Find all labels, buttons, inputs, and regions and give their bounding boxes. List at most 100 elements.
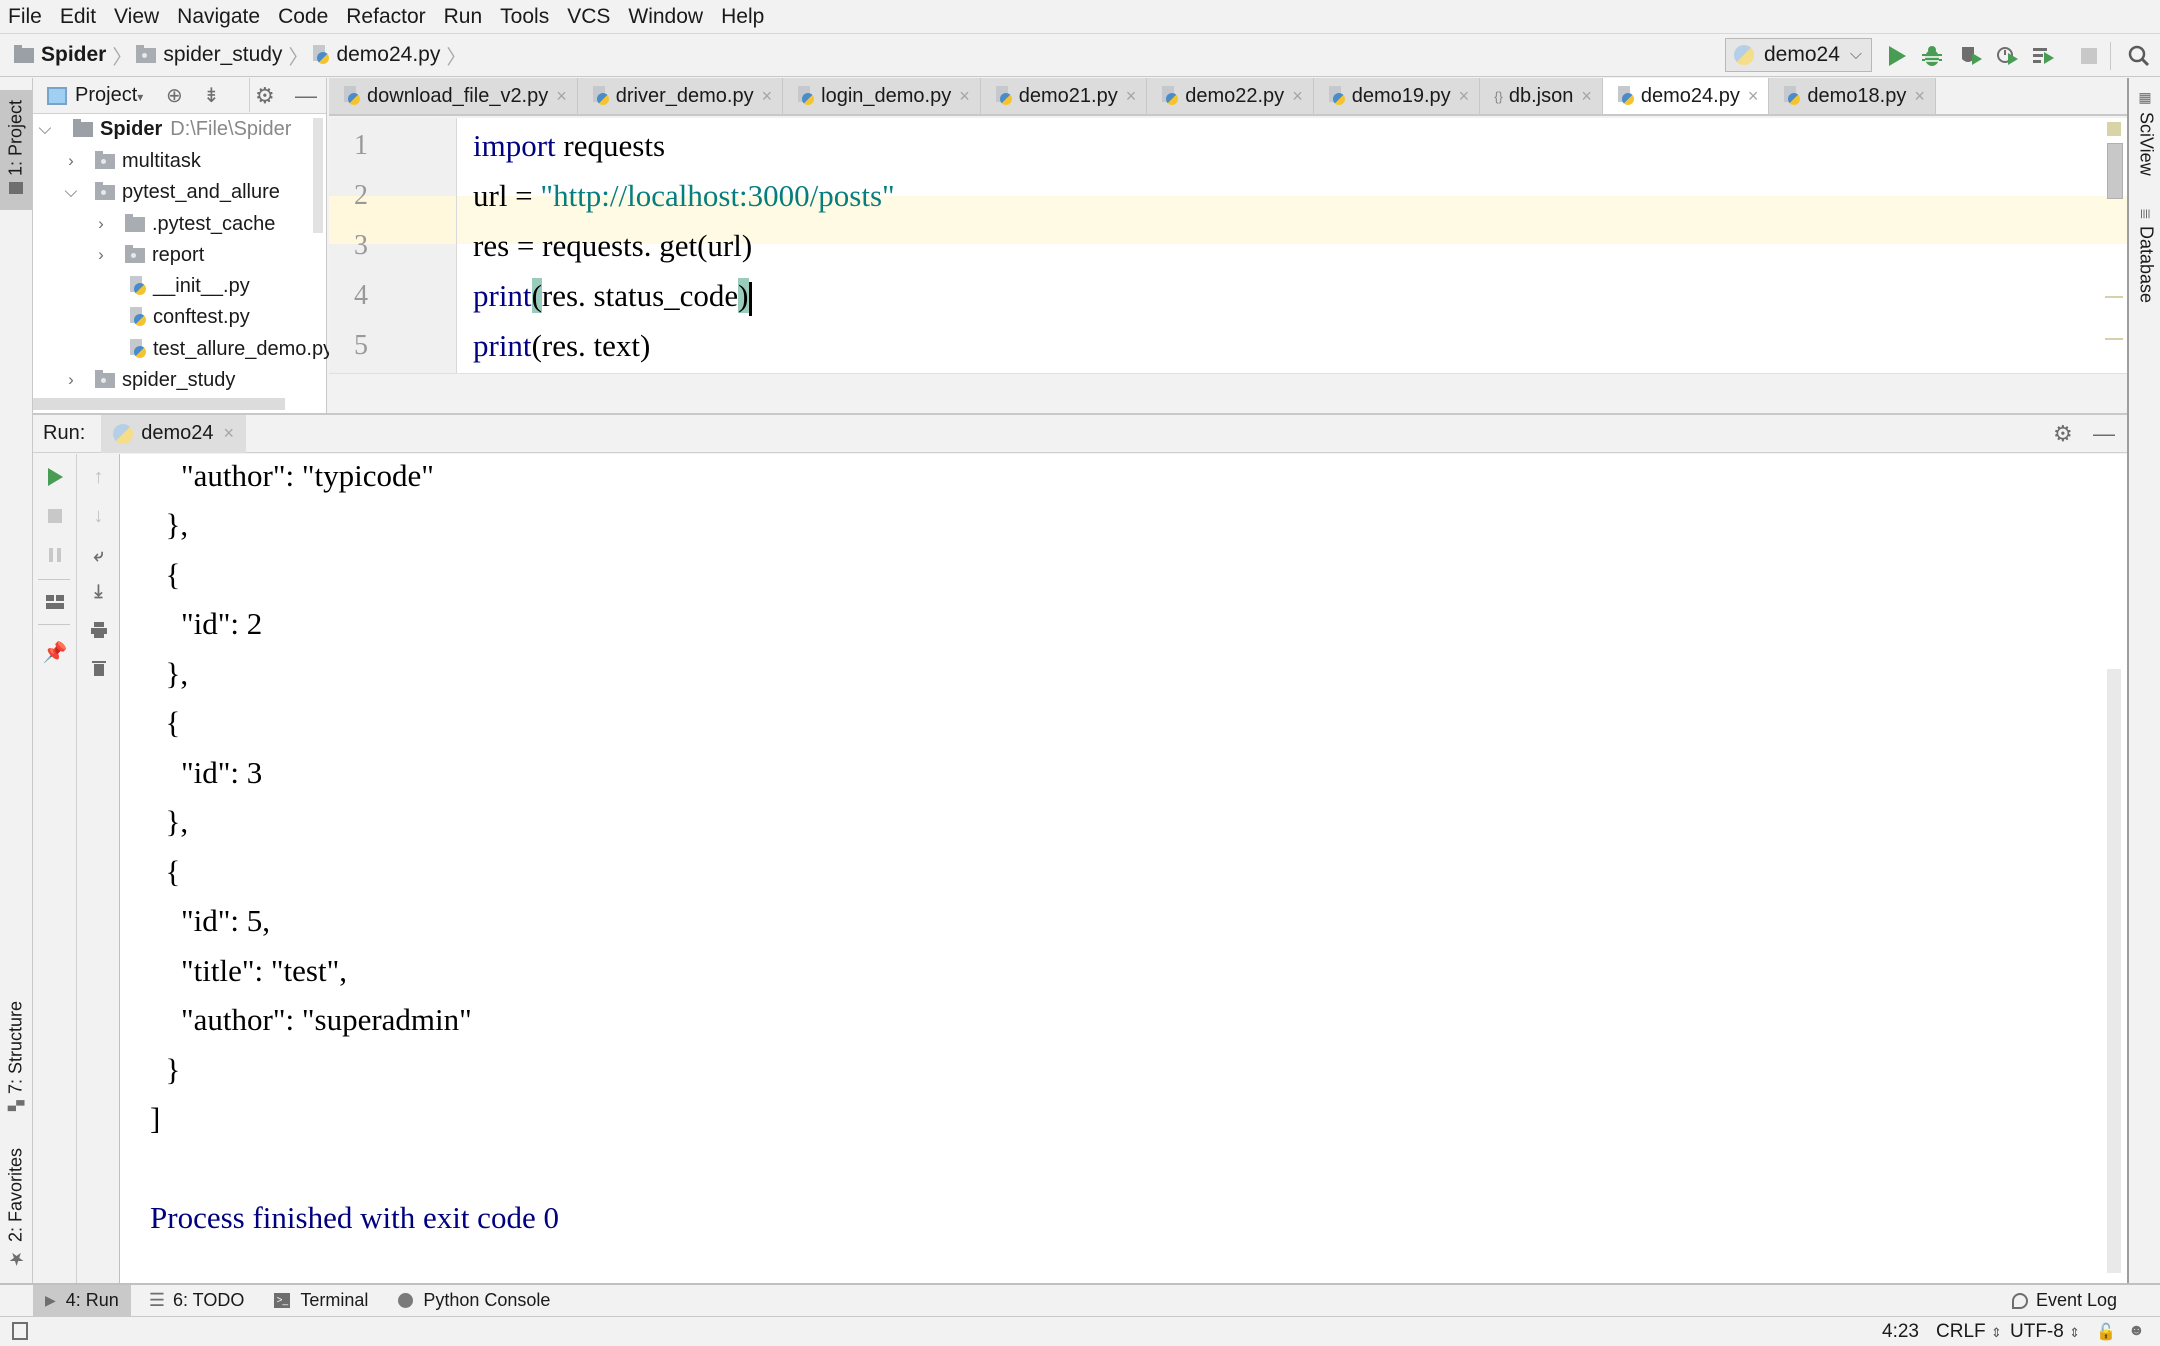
tool-window-sciview[interactable]: ▦ SciView: [2133, 90, 2159, 190]
tree-item-init-py[interactable]: __init__.py: [129, 271, 250, 301]
close-icon[interactable]: ×: [1459, 86, 1470, 107]
inspector-icon[interactable]: ☻: [2128, 1322, 2145, 1340]
restore-layout-button[interactable]: [33, 585, 77, 619]
run-console-output[interactable]: "author": "typicode" }, { "id": 2 }, { "…: [120, 454, 2127, 1283]
collapse-all-icon[interactable]: ⇟: [203, 83, 220, 108]
menu-refactor[interactable]: Refactor: [346, 5, 425, 29]
stop-button[interactable]: [2075, 42, 2103, 70]
search-everywhere-button[interactable]: [2125, 42, 2153, 70]
editor-tab[interactable]: {} db.json ×: [1480, 78, 1603, 114]
tool-window-structure[interactable]: ▚ 7: Structure: [0, 993, 32, 1123]
hide-panel-icon[interactable]: —: [295, 83, 317, 109]
run-icon: [1889, 46, 1906, 66]
tree-item-conftest-py[interactable]: conftest.py: [129, 302, 250, 332]
close-icon[interactable]: ×: [1581, 86, 1592, 107]
tree-item-pytest-cache[interactable]: › .pytest_cache: [93, 209, 275, 239]
editor-tab[interactable]: demo18.py ×: [1769, 78, 1936, 114]
tool-window-run[interactable]: ▶ 4: Run: [33, 1284, 131, 1317]
close-icon[interactable]: ×: [1914, 86, 1925, 107]
down-stack-button[interactable]: ↓: [77, 499, 120, 533]
tool-window-project[interactable]: 1: Project: [0, 90, 32, 210]
editor-scrollbar-thumb[interactable]: [2107, 143, 2123, 199]
scroll-to-end-button[interactable]: ⤓: [77, 574, 120, 608]
run-with-coverage-button[interactable]: [1958, 42, 1986, 70]
tool-window-python-console[interactable]: Python Console: [386, 1285, 562, 1317]
tree-item-multitask[interactable]: › multitask: [63, 146, 201, 176]
menu-view[interactable]: View: [114, 5, 159, 29]
code-editor[interactable]: 1 2 3 4 5 import requests url = "http://…: [329, 118, 2127, 373]
run-icon: [48, 468, 63, 486]
right-tool-stripe: ▦ SciView ≣ Database: [2127, 78, 2160, 1283]
menu-window[interactable]: Window: [628, 5, 703, 29]
event-log-icon: [2012, 1292, 2028, 1309]
breadcrumb-spider[interactable]: Spider 〉: [14, 41, 132, 70]
concurrency-button[interactable]: [2030, 42, 2058, 70]
close-icon[interactable]: ×: [556, 86, 567, 107]
run-button[interactable]: [1883, 42, 1911, 70]
caret-position[interactable]: 4:23: [1882, 1321, 1919, 1343]
close-icon[interactable]: ×: [224, 423, 235, 444]
locate-file-icon[interactable]: ⊕: [166, 83, 183, 108]
tree-item-report[interactable]: › report: [93, 240, 204, 270]
breadcrumb-demo24[interactable]: demo24.py 〉: [312, 41, 466, 70]
menu-code[interactable]: Code: [278, 5, 328, 29]
horizontal-scrollbar[interactable]: [33, 398, 285, 410]
run-tab-demo24[interactable]: demo24 ×: [101, 414, 247, 453]
project-view-select[interactable]: Project▾: [75, 84, 143, 107]
up-stack-button[interactable]: ↑: [77, 460, 120, 494]
tool-window-todo[interactable]: ☰ 6: TODO: [137, 1285, 257, 1317]
menu-edit[interactable]: Edit: [60, 5, 96, 29]
breadcrumb-spider-study[interactable]: spider_study 〉: [136, 41, 308, 70]
inspection-status-icon[interactable]: [2107, 122, 2121, 136]
editor-tab[interactable]: demo21.py ×: [980, 78, 1148, 114]
soft-wrap-button[interactable]: ⤶: [77, 538, 120, 572]
vertical-scrollbar[interactable]: [313, 118, 323, 233]
code-token: res = requests. get(url): [473, 228, 753, 263]
menu-run[interactable]: Run: [444, 5, 483, 29]
navigation-bar: Spider 〉 spider_study 〉 demo24.py 〉 demo…: [0, 33, 2160, 77]
clear-all-button[interactable]: [77, 651, 120, 685]
console-scrollbar[interactable]: [2107, 669, 2121, 1273]
pin-tab-button[interactable]: 📌: [33, 635, 77, 669]
menu-tools[interactable]: Tools: [500, 5, 549, 29]
stop-button[interactable]: [33, 499, 77, 533]
tree-item-spider[interactable]: ⌵ Spider D:\File\Spider: [33, 114, 292, 144]
tree-item-pytest-and-allure[interactable]: ⌵ pytest_and_allure: [63, 177, 280, 207]
tree-item-test-allure-demo-py[interactable]: test_allure_demo.py: [129, 334, 333, 364]
lock-open-icon[interactable]: 🔓: [2096, 1322, 2116, 1342]
run-configuration-select[interactable]: demo24 ⌵: [1725, 38, 1872, 72]
tool-window-database[interactable]: ≣ Database: [2133, 208, 2159, 328]
tab-label: download_file_v2.py: [367, 84, 549, 107]
editor-tab[interactable]: login_demo.py ×: [783, 78, 981, 114]
hide-panel-icon[interactable]: —: [2093, 421, 2115, 447]
menu-file[interactable]: File: [8, 5, 42, 29]
close-icon[interactable]: ×: [1126, 86, 1137, 107]
line-separator-select[interactable]: CRLF ⇕: [1936, 1321, 2002, 1343]
gear-icon[interactable]: ⚙: [255, 83, 275, 109]
editor-tab-active[interactable]: demo24.py ×: [1602, 78, 1770, 114]
editor-tab[interactable]: demo22.py ×: [1147, 78, 1314, 114]
encoding-select[interactable]: UTF-8 ⇕: [2010, 1321, 2080, 1343]
close-icon[interactable]: ×: [762, 86, 773, 107]
editor-tab[interactable]: driver_demo.py ×: [577, 78, 784, 114]
menu-navigate[interactable]: Navigate: [177, 5, 260, 29]
toggle-tool-windows-icon[interactable]: [12, 1322, 28, 1340]
close-icon[interactable]: ×: [1748, 86, 1759, 107]
menu-help[interactable]: Help: [721, 5, 764, 29]
close-icon[interactable]: ×: [959, 86, 970, 107]
close-icon[interactable]: ×: [1292, 86, 1303, 107]
gear-icon[interactable]: ⚙: [2053, 421, 2073, 447]
event-log-button[interactable]: Event Log: [2000, 1285, 2129, 1317]
editor-tab[interactable]: demo19.py ×: [1313, 78, 1481, 114]
debug-button[interactable]: [1918, 42, 1946, 70]
tool-window-favorites[interactable]: ★ 2: Favorites: [0, 1145, 32, 1275]
editor-tab[interactable]: download_file_v2.py ×: [329, 78, 578, 114]
print-button[interactable]: [77, 613, 120, 647]
rerun-button[interactable]: [33, 460, 77, 494]
tree-item-spider-study[interactable]: › spider_study: [63, 365, 235, 395]
tool-window-terminal[interactable]: >_ Terminal: [262, 1285, 380, 1317]
folder-icon: [125, 213, 145, 232]
pause-button[interactable]: [33, 538, 77, 572]
profile-button[interactable]: [1994, 42, 2022, 70]
menu-vcs[interactable]: VCS: [567, 5, 610, 29]
